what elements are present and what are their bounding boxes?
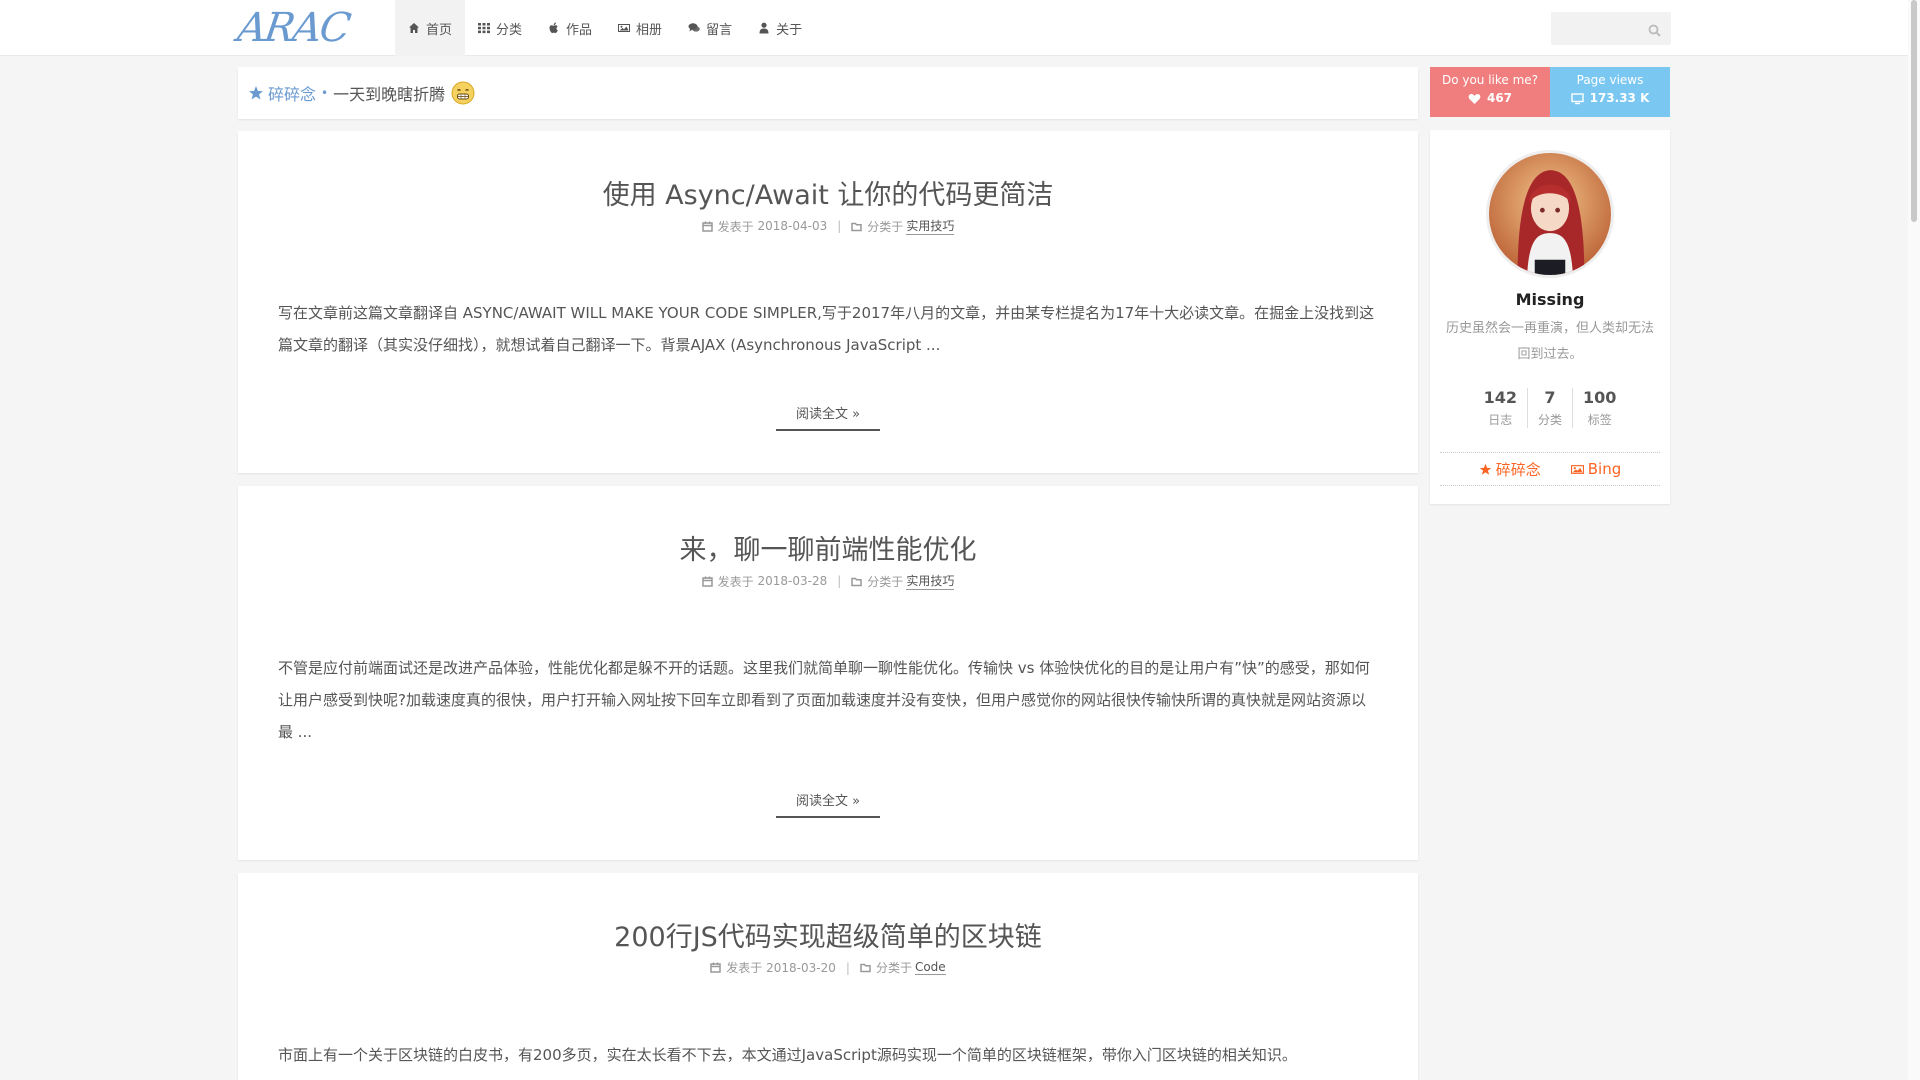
nav-label: 作品 xyxy=(566,22,593,38)
calendar-icon xyxy=(701,576,713,587)
apple-icon xyxy=(548,22,560,34)
category-link[interactable]: Code xyxy=(914,960,946,975)
grin-emoji-icon xyxy=(451,81,475,105)
stat-label: 分类 xyxy=(1537,413,1562,427)
nav-label: 首页 xyxy=(426,22,453,38)
grid-icon xyxy=(478,22,491,34)
post-date: 2018-03-20 xyxy=(766,960,836,975)
image-icon xyxy=(1570,464,1584,474)
star-icon xyxy=(1479,463,1491,475)
meta-divider: | xyxy=(837,574,842,588)
stat-tags[interactable]: 100 标签 xyxy=(1572,388,1626,428)
calendar-icon xyxy=(701,221,713,232)
main-nav: 首页 分类 作品 相册 留言 关于 xyxy=(395,0,815,56)
post-excerpt: 写在文章前这篇文章翻译自 ASYNC/AWAIT WILL MAKE YOUR … xyxy=(278,304,1375,354)
nav-item-home[interactable]: 首页 xyxy=(395,0,466,56)
post-date: 2018-03-28 xyxy=(757,574,828,588)
nav-label: 分类 xyxy=(496,22,523,38)
nav-item-album[interactable]: 相册 xyxy=(605,0,675,56)
logo-text: ARAC xyxy=(234,5,352,51)
monitor-icon xyxy=(1570,92,1584,104)
top-header: ARAC 首页 分类 作品 相册 留言 关于 xyxy=(0,0,1908,56)
post-meta: 发表于 2018-03-20 | 分类于 Code xyxy=(238,959,1418,976)
stat-label: 日志 xyxy=(1488,413,1513,427)
meta-divider: | xyxy=(837,219,842,233)
folder-icon xyxy=(860,962,871,973)
sidebar-links: 碎碎念 Bing xyxy=(1440,452,1660,486)
nav-item-about[interactable]: 关于 xyxy=(745,0,815,56)
image-icon xyxy=(618,22,631,34)
link-label: Bing xyxy=(1587,460,1622,478)
star-icon xyxy=(248,85,264,101)
scrollbar-thumb[interactable] xyxy=(1911,0,1917,222)
stat-label: 标签 xyxy=(1587,413,1612,427)
comments-icon xyxy=(688,22,700,34)
motto-label[interactable]: 碎碎念 xyxy=(268,81,316,105)
category-link[interactable]: 实用技巧 xyxy=(906,572,955,590)
post-excerpt: 不管是应付前端面试还是改进产品体验，性能优化都是躲不开的话题。这里我们就简单聊一… xyxy=(278,659,1370,741)
nav-item-guestbook[interactable]: 留言 xyxy=(675,0,745,56)
post-title[interactable]: 200行JS代码实现超级简单的区块链 xyxy=(238,915,1418,954)
date-prefix: 发表于 xyxy=(726,961,763,975)
search-box xyxy=(1551,12,1671,45)
like-label: Do you like me? xyxy=(1441,73,1539,87)
nav-label: 关于 xyxy=(776,22,803,38)
author-description: 历史虽然会一再重演，但人类却无法回到过去。 xyxy=(1445,321,1654,362)
author-profile-card: Missing 历史虽然会一再重演，但人类却无法回到过去。 142 日志 7 分… xyxy=(1430,130,1670,504)
category-prefix: 分类于 xyxy=(867,574,904,589)
stat-categories[interactable]: 7 分类 xyxy=(1526,388,1572,428)
motto-text: 一天到晚瞎折腾 xyxy=(333,85,446,104)
folder-icon xyxy=(851,576,863,587)
motto-separator: • xyxy=(321,86,329,100)
link-bing[interactable]: Bing xyxy=(1570,460,1622,478)
category-link[interactable]: 实用技巧 xyxy=(906,217,955,235)
meta-divider: | xyxy=(845,960,850,975)
link-murmurs[interactable]: 碎碎念 xyxy=(1479,459,1541,480)
site-logo[interactable]: ARAC xyxy=(234,5,382,51)
stat-number: 7 xyxy=(1544,388,1556,407)
like-value: 467 xyxy=(1486,91,1513,105)
post-card: 来，聊一聊前端性能优化 发表于 2018-03-28 | 分类于 实用技巧 不管… xyxy=(238,486,1418,860)
stat-posts[interactable]: 142 日志 xyxy=(1474,388,1527,428)
motto-bar: 碎碎念 • 一天到晚瞎折腾 xyxy=(238,67,1418,119)
nav-label: 留言 xyxy=(706,22,733,38)
views-label: Page views xyxy=(1576,73,1644,87)
page-scrollbar[interactable] xyxy=(1908,0,1920,1080)
heart-icon xyxy=(1468,93,1481,104)
views-value: 173.33 K xyxy=(1589,91,1650,105)
views-value-row: 173.33 K xyxy=(1550,91,1670,105)
post-title[interactable]: 使用 Async/Await 让你的代码更简洁 xyxy=(238,173,1418,212)
read-more-button[interactable]: 阅读全文 » xyxy=(776,403,880,431)
post-date: 2018-04-03 xyxy=(757,219,828,233)
link-label: 碎碎念 xyxy=(1495,460,1541,479)
post-meta: 发表于 2018-03-28 | 分类于 实用技巧 xyxy=(238,572,1418,590)
home-icon xyxy=(408,22,420,34)
post-meta: 发表于 2018-04-03 | 分类于 实用技巧 xyxy=(238,217,1418,235)
author-name: Missing xyxy=(1515,290,1585,309)
post-card: 使用 Async/Await 让你的代码更简洁 发表于 2018-04-03 |… xyxy=(238,131,1418,473)
folder-icon xyxy=(851,221,863,232)
post-card: 200行JS代码实现超级简单的区块链 发表于 2018-03-20 | 分类于 … xyxy=(238,873,1418,1080)
like-counter[interactable]: Do you like me? 467 xyxy=(1430,67,1550,117)
avatar[interactable] xyxy=(1486,150,1614,278)
stat-number: 142 xyxy=(1483,388,1517,407)
stat-number: 100 xyxy=(1583,388,1617,407)
user-icon xyxy=(758,22,770,34)
date-prefix: 发表于 xyxy=(717,574,754,589)
page-views-counter: Page views 173.33 K xyxy=(1550,67,1670,117)
category-prefix: 分类于 xyxy=(867,219,904,234)
nav-label: 相册 xyxy=(636,22,663,38)
nav-item-categories[interactable]: 分类 xyxy=(465,0,535,56)
nav-item-works[interactable]: 作品 xyxy=(535,0,605,56)
post-excerpt: 市面上有一个关于区块链的白皮书，有200多页，实在太长看不下去，本文通过Java… xyxy=(278,1046,1297,1064)
read-more-button[interactable]: 阅读全文 » xyxy=(776,790,880,818)
date-prefix: 发表于 xyxy=(717,219,754,234)
like-value-row: 467 xyxy=(1430,91,1550,105)
post-title[interactable]: 来，聊一聊前端性能优化 xyxy=(238,528,1418,567)
search-icon[interactable] xyxy=(1648,22,1661,37)
search-input[interactable] xyxy=(1551,12,1641,45)
calendar-icon xyxy=(710,962,722,973)
site-stats: 142 日志 7 分类 100 标签 xyxy=(1430,388,1670,428)
category-prefix: 分类于 xyxy=(875,961,912,975)
